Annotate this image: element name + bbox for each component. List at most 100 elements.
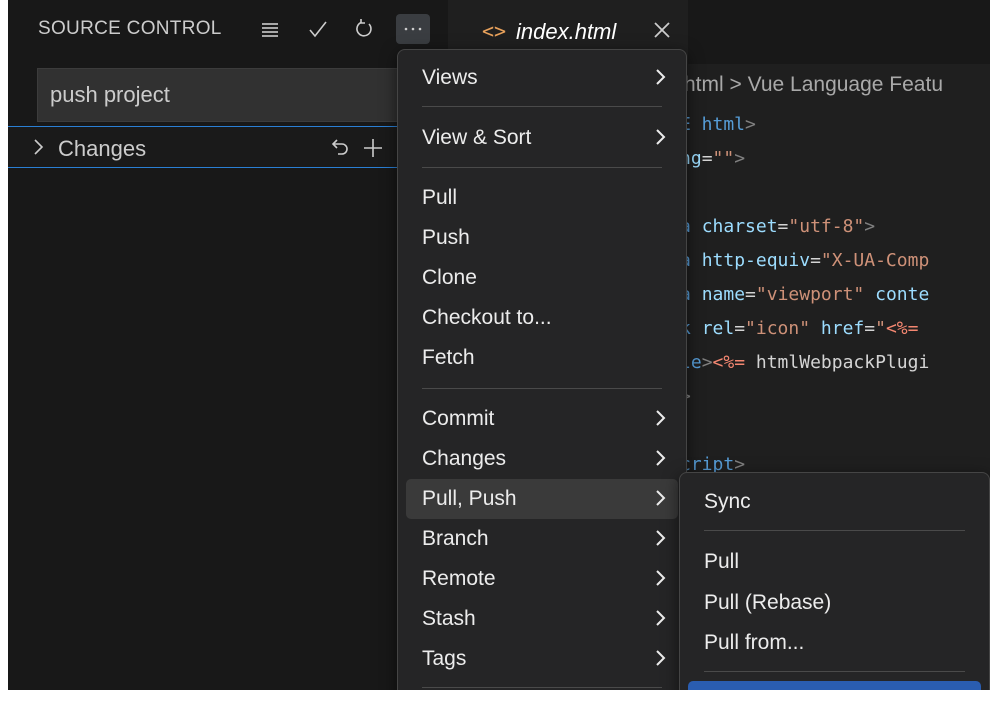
code-token: conte [875,284,930,305]
code-token: rel [701,318,735,339]
code-token: = [734,318,746,339]
submenu-item-sync[interactable]: Sync [688,482,981,522]
menu-item-label: Pull from... [704,631,805,654]
code-token: name [701,284,746,305]
code-token: > [745,114,756,135]
breadcrumb[interactable]: html > Vue Language Featu [684,73,943,97]
code-token: > [864,216,876,237]
close-icon[interactable] [653,21,671,44]
code-line: a http-equiv="X-UA-Comp [680,244,929,278]
code-line: le><%= htmlWebpackPlugi [680,346,929,380]
code-line: a name="viewport" conte [680,278,929,312]
code-token: = [701,148,713,169]
menu-separator [704,671,965,672]
pull-push-submenu: Sync Pull Pull (Rebase) Pull from... Push [679,472,990,690]
commit-message-input[interactable] [37,68,417,122]
menu-item-label: Push [422,226,470,249]
code-token: "utf-8" [788,216,865,237]
menu-separator [422,388,662,389]
code-line: > [680,380,929,414]
menu-item-label: Push [704,689,752,690]
code-token: E html [680,114,746,135]
source-control-panel: SOURCE CONTROL Changes [8,0,448,690]
tab-label: index.html [516,19,617,44]
code-token: href [820,318,865,339]
panel-title: SOURCE CONTROL [38,18,222,39]
menu-item-label: Commit [422,407,495,430]
stage-changes-icon[interactable] [360,135,386,161]
source-control-more-menu: Views View & Sort Pull Push Clone Checkout to… [397,49,687,690]
code-token: "viewport" [755,284,876,305]
chevron-right-icon [654,68,668,91]
menu-separator [704,530,965,531]
code-token: charset [701,216,778,237]
code-token: <%= [885,318,919,339]
code-token: = [777,216,789,237]
chevron-right-icon [654,609,668,632]
menu-item-label: Branch [422,527,489,550]
menu-item-commit[interactable]: Commit [406,399,678,439]
code-token: = [864,318,876,339]
submenu-item-pull-rebase[interactable]: Pull (Rebase) [688,583,981,623]
code-token: "" [712,148,735,169]
chevron-right-icon [654,569,668,592]
menu-item-clone[interactable]: Clone [406,258,678,298]
menu-item-remote[interactable]: Remote [406,559,678,599]
code-token: " [875,318,886,339]
code-line: ng=""> [680,142,929,176]
menu-item-label: Pull [704,550,740,573]
menu-item-label: Pull (Rebase) [704,591,832,614]
menu-item-branch[interactable]: Branch [406,519,678,559]
code-line: E html> [680,108,929,142]
menu-item-fetch[interactable]: Fetch [406,338,678,378]
submenu-item-push[interactable]: Push [688,681,981,690]
code-token: "X-UA-Comp [820,250,930,271]
menu-item-changes[interactable]: Changes [406,439,678,479]
code-token: "icon" [745,318,821,339]
chevron-right-icon [654,489,668,512]
code-line: k rel="icon" href="<%= [680,312,929,346]
code-token: > [701,352,713,373]
menu-item-checkout-to[interactable]: Checkout to... [406,298,678,338]
discard-changes-icon[interactable] [326,135,352,161]
menu-item-pull[interactable]: Pull [406,178,678,218]
code-token: http-equiv [701,250,811,271]
menu-separator [422,687,662,688]
menu-item-views[interactable]: Views [406,58,678,98]
chevron-right-icon [654,449,668,472]
source-control-header: SOURCE CONTROL [8,0,448,64]
menu-item-stash[interactable]: Stash [406,599,678,639]
menu-item-label: View & Sort [422,126,532,149]
code-token: = [810,250,821,271]
more-actions-icon[interactable] [396,14,430,44]
submenu-item-pull-from[interactable]: Pull from... [688,623,981,663]
menu-item-label: Changes [422,447,507,470]
menu-item-label: Remote [422,567,496,590]
menu-item-label: Pull, Push [422,487,517,510]
commit-check-icon[interactable] [304,14,332,44]
menu-item-push[interactable]: Push [406,218,678,258]
vscode-window: SOURCE CONTROL Changes [8,0,990,690]
changes-group-row[interactable]: Changes [8,126,448,168]
chevron-right-icon [654,649,668,672]
view-as-list-icon[interactable] [256,14,284,44]
menu-item-tags[interactable]: Tags [406,639,678,679]
code-token: > [734,148,746,169]
menu-item-label: Views [422,66,478,89]
code-line: a charset="utf-8"> [680,210,929,244]
changes-label: Changes [58,136,147,161]
menu-item-view-sort[interactable]: View & Sort [406,118,678,158]
menu-item-label: Sync [704,490,751,513]
menu-item-pull-push[interactable]: Pull, Push [406,479,678,519]
menu-item-label: Stash [422,607,476,630]
chevron-right-icon [654,529,668,552]
code-token: htmlWebpackPlugi [745,352,930,373]
refresh-icon[interactable] [350,14,378,44]
chevron-right-icon[interactable] [30,137,48,162]
submenu-item-pull[interactable]: Pull [688,542,981,582]
code-editor[interactable]: E html> ng=""> a charset="utf-8"> a http-eq… [680,108,929,482]
html-file-icon: <> [482,19,507,43]
menu-item-label: Checkout to... [422,306,552,329]
menu-item-label: Fetch [422,346,475,369]
